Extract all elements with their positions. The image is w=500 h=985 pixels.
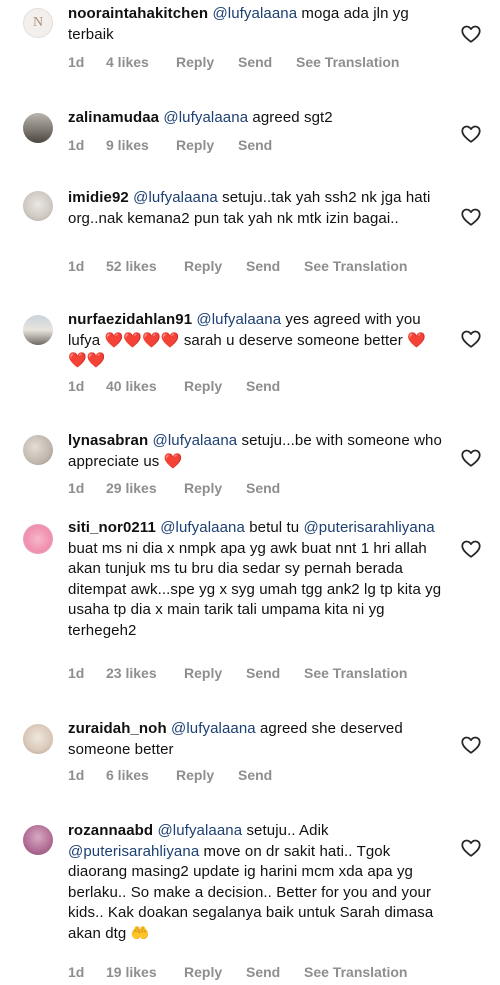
comment-likes[interactable]: 19 likes [106, 964, 184, 980]
photo-avatar[interactable] [23, 435, 53, 465]
comment-text: betul tu [244, 519, 304, 536]
send-button[interactable]: Send [246, 480, 304, 496]
comment-text: buat ms ni dia x nmpk apa yg awk buat nn… [68, 539, 442, 639]
comment-mention[interactable]: @lufyalaana [163, 109, 248, 126]
comment-meta: 1d 40 likes Reply Send [68, 378, 304, 394]
comment-username[interactable]: zuraidah_noh [68, 720, 167, 737]
comment-body: nurfaezidahlan91 @lufyalaana yes agreed … [68, 310, 443, 372]
comment-body: zuraidah_noh @lufyalaana agreed she dese… [68, 719, 443, 760]
send-button[interactable]: Send [246, 378, 304, 394]
send-button[interactable]: Send [246, 665, 304, 681]
photo-avatar[interactable] [23, 724, 53, 754]
comment-username[interactable]: zalinamudaa [68, 109, 159, 126]
comment-time: 1d [68, 54, 85, 70]
comment-likes[interactable]: 9 likes [106, 137, 176, 153]
comment-mention[interactable]: @lufyalaana [153, 432, 238, 449]
comment-body: siti_nor0211 @lufyalaana betul tu @puter… [68, 518, 443, 642]
comment-meta: 1d 6 likes Reply Send [68, 767, 296, 783]
see-translation-button[interactable]: See Translation [304, 665, 407, 681]
comment-time: 1d [68, 137, 85, 153]
comment-list: N noorainta­hakitchen @lufyalaana moga a… [0, 0, 500, 985]
comment-time: 1d [68, 964, 85, 980]
praying-hands-emoji: 🤲 [130, 924, 150, 942]
comment-meta: 1d 4 likes Reply Send See Translation [68, 54, 399, 70]
reply-button[interactable]: Reply [176, 54, 238, 70]
comment-meta: 1d 19 likes Reply Send See Translation [68, 964, 407, 980]
comment-body: imidie92 @lufyalaana setuju..tak yah ssh… [68, 188, 443, 229]
comment-meta: 1d 29 likes Reply Send [68, 480, 304, 496]
comment-body: lynasabran @lufyalaana setuju...be with … [68, 431, 443, 472]
comment-likes[interactable]: 23 likes [106, 665, 184, 681]
send-button[interactable]: Send [238, 54, 296, 70]
comment-mention[interactable]: @puterisarahliyana [303, 519, 434, 536]
heart-outline-icon[interactable] [460, 206, 482, 228]
comment-mention[interactable]: @lufyalaana [212, 5, 297, 22]
reply-button[interactable]: Reply [184, 480, 246, 496]
comment-likes[interactable]: 29 likes [106, 480, 184, 496]
comment-likes[interactable]: 40 likes [106, 378, 184, 394]
logo-n-avatar[interactable]: N [23, 8, 53, 38]
comment-time: 1d [68, 480, 85, 496]
heart-outline-icon[interactable] [460, 538, 482, 560]
reply-button[interactable]: Reply [184, 378, 246, 394]
comment-username[interactable]: noorainta­hakitchen [68, 5, 208, 22]
see-translation-button[interactable]: See Translation [304, 964, 407, 980]
comment-mention[interactable]: @lufyalaana [171, 720, 256, 737]
send-button[interactable]: Send [246, 258, 304, 274]
comment-meta: 1d 23 likes Reply Send See Translation [68, 665, 407, 681]
photo-avatar[interactable] [23, 825, 53, 855]
comment-username[interactable]: nurfaezidahlan91 [68, 311, 192, 328]
comment-meta: 1d 52 likes Reply Send See Translation [68, 258, 407, 274]
reply-button[interactable]: Reply [176, 767, 238, 783]
reply-button[interactable]: Reply [176, 137, 238, 153]
comment-body: noorainta­hakitchen @lufyalaana moga ada… [68, 4, 443, 45]
heart-emoji: ❤️❤️❤️❤️ [104, 331, 180, 349]
comment-body: rozannaabd @lufyalaana setuju.. Adik @pu… [68, 821, 443, 945]
comment-mention[interactable]: @lufyalaana [133, 189, 218, 206]
send-button[interactable]: Send [246, 964, 304, 980]
reply-button[interactable]: Reply [184, 665, 246, 681]
reply-button[interactable]: Reply [184, 964, 246, 980]
comment-body: zalinamudaa @lufyalaana agreed sgt2 [68, 108, 443, 129]
comment-username[interactable]: rozannaabd [68, 822, 153, 839]
comment-text: agreed sgt2 [248, 109, 333, 126]
heart-outline-icon[interactable] [460, 123, 482, 145]
comment-likes[interactable]: 52 likes [106, 258, 184, 274]
heart-outline-icon[interactable] [460, 328, 482, 350]
heart-emoji: ❤️ [163, 452, 183, 470]
send-button[interactable]: Send [238, 137, 296, 153]
comment-meta: 1d 9 likes Reply Send [68, 137, 296, 153]
send-button[interactable]: Send [238, 767, 296, 783]
comment-likes[interactable]: 4 likes [106, 54, 176, 70]
comment-mention[interactable]: @lufyalaana [157, 822, 242, 839]
see-translation-button[interactable]: See Translation [296, 54, 399, 70]
comment-time: 1d [68, 258, 85, 274]
comment-text: setuju.. Adik [242, 822, 329, 839]
heart-outline-icon[interactable] [460, 734, 482, 756]
see-translation-button[interactable]: See Translation [304, 258, 407, 274]
photo-avatar[interactable] [23, 524, 53, 554]
photo-avatar[interactable] [23, 113, 53, 143]
photo-avatar[interactable] [23, 191, 53, 221]
heart-outline-icon[interactable] [460, 447, 482, 469]
comment-mention[interactable]: @puterisarahliyana [68, 843, 199, 860]
comment-username[interactable]: imidie92 [68, 189, 129, 206]
heart-outline-icon[interactable] [460, 837, 482, 859]
reply-button[interactable]: Reply [184, 258, 246, 274]
photo-avatar[interactable] [23, 315, 53, 345]
comment-mention[interactable]: @lufyalaana [160, 519, 245, 536]
comment-mention[interactable]: @lufyalaana [196, 311, 281, 328]
comment-time: 1d [68, 767, 85, 783]
comment-likes[interactable]: 6 likes [106, 767, 176, 783]
comment-time: 1d [68, 378, 85, 394]
comment-username[interactable]: lynasabran [68, 432, 148, 449]
heart-outline-icon[interactable] [460, 23, 482, 45]
comment-text: sarah u deserve someone better [179, 331, 408, 349]
comment-username[interactable]: siti_nor0211 [68, 519, 156, 536]
comment-time: 1d [68, 665, 85, 681]
